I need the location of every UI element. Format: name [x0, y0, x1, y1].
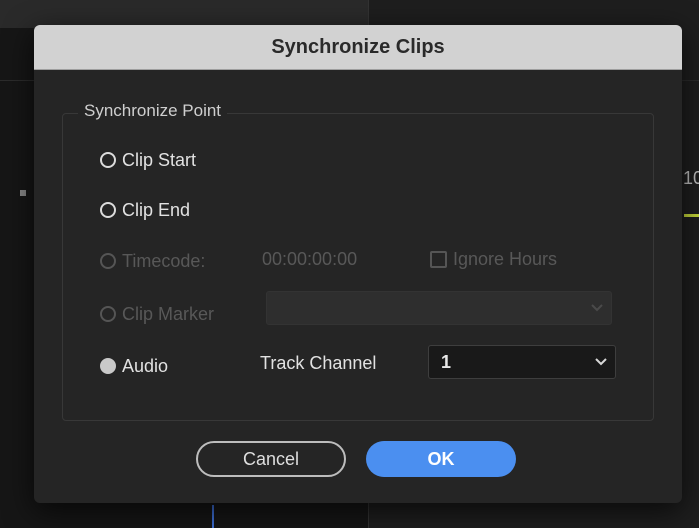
clip-end-label: Clip End — [122, 199, 191, 220]
timecode-value[interactable]: 00:00:00:00 — [262, 249, 357, 270]
clip-end-radio[interactable] — [100, 202, 116, 218]
timecode-radio[interactable] — [100, 253, 116, 269]
audio-label: Audio — [122, 355, 169, 376]
clip-end-option[interactable]: Clip End — [100, 196, 190, 224]
cancel-button[interactable]: Cancel — [196, 441, 346, 477]
dialog-titlebar[interactable]: Synchronize Clips — [34, 25, 682, 70]
clip-marker-option[interactable]: Clip Marker — [100, 300, 214, 328]
timecode-option[interactable]: Timecode: — [100, 247, 205, 275]
track-channel-select[interactable]: 1 — [428, 345, 616, 379]
ignore-hours-option[interactable]: Ignore Hours — [430, 249, 557, 270]
clip-marker-select[interactable] — [266, 291, 612, 325]
dialog-title: Synchronize Clips — [271, 35, 445, 58]
ignore-hours-checkbox[interactable] — [430, 251, 447, 268]
clip-start-option[interactable]: Clip Start — [100, 146, 196, 174]
track-channel-label: Track Channel — [260, 353, 377, 373]
clip-marker-label: Clip Marker — [122, 303, 215, 324]
clip-start-label: Clip Start — [122, 149, 197, 170]
timeline-marker — [684, 214, 699, 217]
playhead — [212, 505, 214, 528]
chevron-down-icon — [591, 304, 603, 312]
synchronize-point-label: Synchronize Point — [78, 101, 228, 121]
timeline-ruler-number: 10 — [683, 168, 699, 188]
synchronize-clips-dialog: Synchronize Clips Synchronize Point Clip… — [34, 25, 682, 503]
clip-start-radio[interactable] — [100, 152, 116, 168]
ok-button[interactable]: OK — [366, 441, 516, 477]
panel-handle — [20, 190, 26, 196]
clip-marker-radio[interactable] — [100, 306, 116, 322]
audio-option[interactable]: Audio — [100, 352, 168, 380]
audio-radio[interactable] — [100, 358, 116, 374]
track-channel-value: 1 — [441, 351, 452, 372]
chevron-down-icon — [595, 358, 607, 366]
ignore-hours-label: Ignore Hours — [453, 249, 558, 269]
timecode-label: Timecode: — [122, 250, 206, 271]
